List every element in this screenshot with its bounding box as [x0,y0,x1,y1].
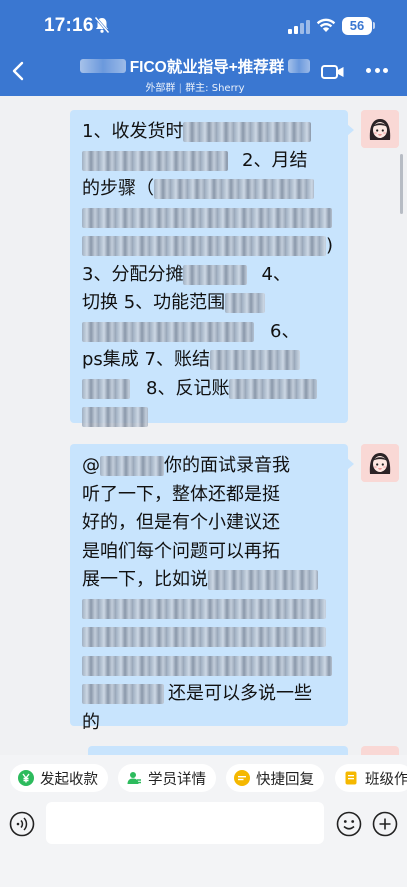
message-line: 1、收发货时 [82,118,336,147]
message-line: 还是可以多说一些 [82,680,336,709]
quick-action-quick-reply[interactable]: 快捷回复 [226,764,324,792]
redacted-text [82,598,326,619]
redacted-text [79,59,126,73]
message-input[interactable] [46,802,324,844]
message-line: ) [82,232,336,261]
redacted-text [82,236,326,257]
redacted-text [183,122,312,143]
avatar-girl-icon [361,110,399,148]
video-call-icon[interactable] [321,64,345,80]
scrollbar[interactable] [400,154,403,214]
redacted-text [154,179,314,200]
redacted-text [100,456,164,477]
redacted-text [82,150,228,171]
status-time: 17:16 [44,15,94,36]
chat-subtitle: 外部群 | 群主: Sherry [145,83,245,94]
redacted-text [82,321,254,342]
chat-title: FICO就业指导+推荐群 [79,55,311,77]
message-line: 切换 5、功能范围 [82,289,336,318]
plus-icon[interactable] [372,811,398,837]
redacted-text [229,378,318,399]
redacted-text [225,293,266,314]
group-owner: 群主: Sherry [185,83,245,94]
message-line: 是咱们每个问题可以再拓 [82,540,280,562]
status-bar: 17:16 56 [0,0,407,52]
message-line [82,623,336,652]
redacted-text [209,350,300,371]
user-icon [126,770,142,786]
redacted-text [82,655,332,676]
sender-avatar[interactable] [361,110,399,148]
quick-action-collect-payment[interactable]: 发起收款 [10,764,108,792]
message-line [82,204,336,233]
more-options-icon[interactable] [366,68,388,74]
message-bubble[interactable]: 1、收发货时 2、月结 的步骤（ ) 3、分配分摊 4、 切换 5、功能范围 6… [70,110,354,428]
redacted-text [82,378,130,399]
doc-icon [343,770,359,786]
message-list[interactable]: 1、收发货时 2、月结 的步骤（ ) 3、分配分摊 4、 切换 5、功能范围 6… [0,96,407,755]
message-line: 展一下，比如说 [82,566,336,595]
yen-icon [18,770,34,786]
chat-title-area[interactable]: FICO就业指导+推荐群 外部群 | 群主: Sherry [50,55,340,94]
message-line: 2、月结 [82,147,336,176]
message-line: 的步骤（ [82,175,336,204]
message-line: ps集成 7、账结 [82,346,336,375]
sender-avatar[interactable] [361,444,399,482]
quick-action-class-homework[interactable]: 班级作 [335,764,407,792]
external-group-tag: 外部群 [145,83,176,94]
avatar-girl-icon [361,444,399,482]
message-line: @ 你的面试录音我 [82,455,290,477]
message-bubble[interactable]: @ 你的面试录音我 听了一下，整体还都是挺 好的，但是有个小建议还 是咱们每个问… [70,444,354,733]
redacted-text [183,264,248,285]
redacted-text [82,684,164,705]
redacted-text [82,627,326,648]
message-line [82,403,336,432]
voice-input-icon[interactable] [9,811,35,837]
chat-header: 17:16 56 FICO就业指导+推荐群 外部群 | 群主: Sherry [0,0,407,96]
sender-avatar-partial[interactable] [361,746,399,755]
quick-action-student-details[interactable]: 学员详情 [118,764,216,792]
wifi-icon [316,18,336,32]
message-line: 好的，但是有个小建议还 [82,512,280,533]
message-line: 8、反记账 [82,375,336,404]
battery-indicator: 56 [342,17,372,35]
chat-title-text: FICO就业指导+推荐群 [129,59,285,76]
redacted-text [82,207,332,228]
message-line [82,652,336,681]
emoji-icon[interactable] [336,811,362,837]
input-bar [0,799,407,887]
message-line: 听了一下，整体还都是挺 [82,483,280,505]
back-arrow-icon[interactable] [8,60,28,82]
redacted-text [288,59,311,73]
redacted-text [82,407,148,428]
message-line: 的 [82,711,100,733]
mute-bell-icon [94,16,110,34]
cellular-signal-icon [288,20,310,34]
message-line [82,595,336,624]
message-line: 3、分配分摊 4、 [82,263,291,285]
quick-action-bar[interactable]: 发起收款 学员详情 快捷回复 班级作 [0,755,407,799]
message-line: 6、 [82,318,336,347]
message-bubble-partial[interactable] [88,746,348,755]
redacted-text [208,570,318,591]
chat-icon [234,770,250,786]
battery-tip [373,22,375,29]
